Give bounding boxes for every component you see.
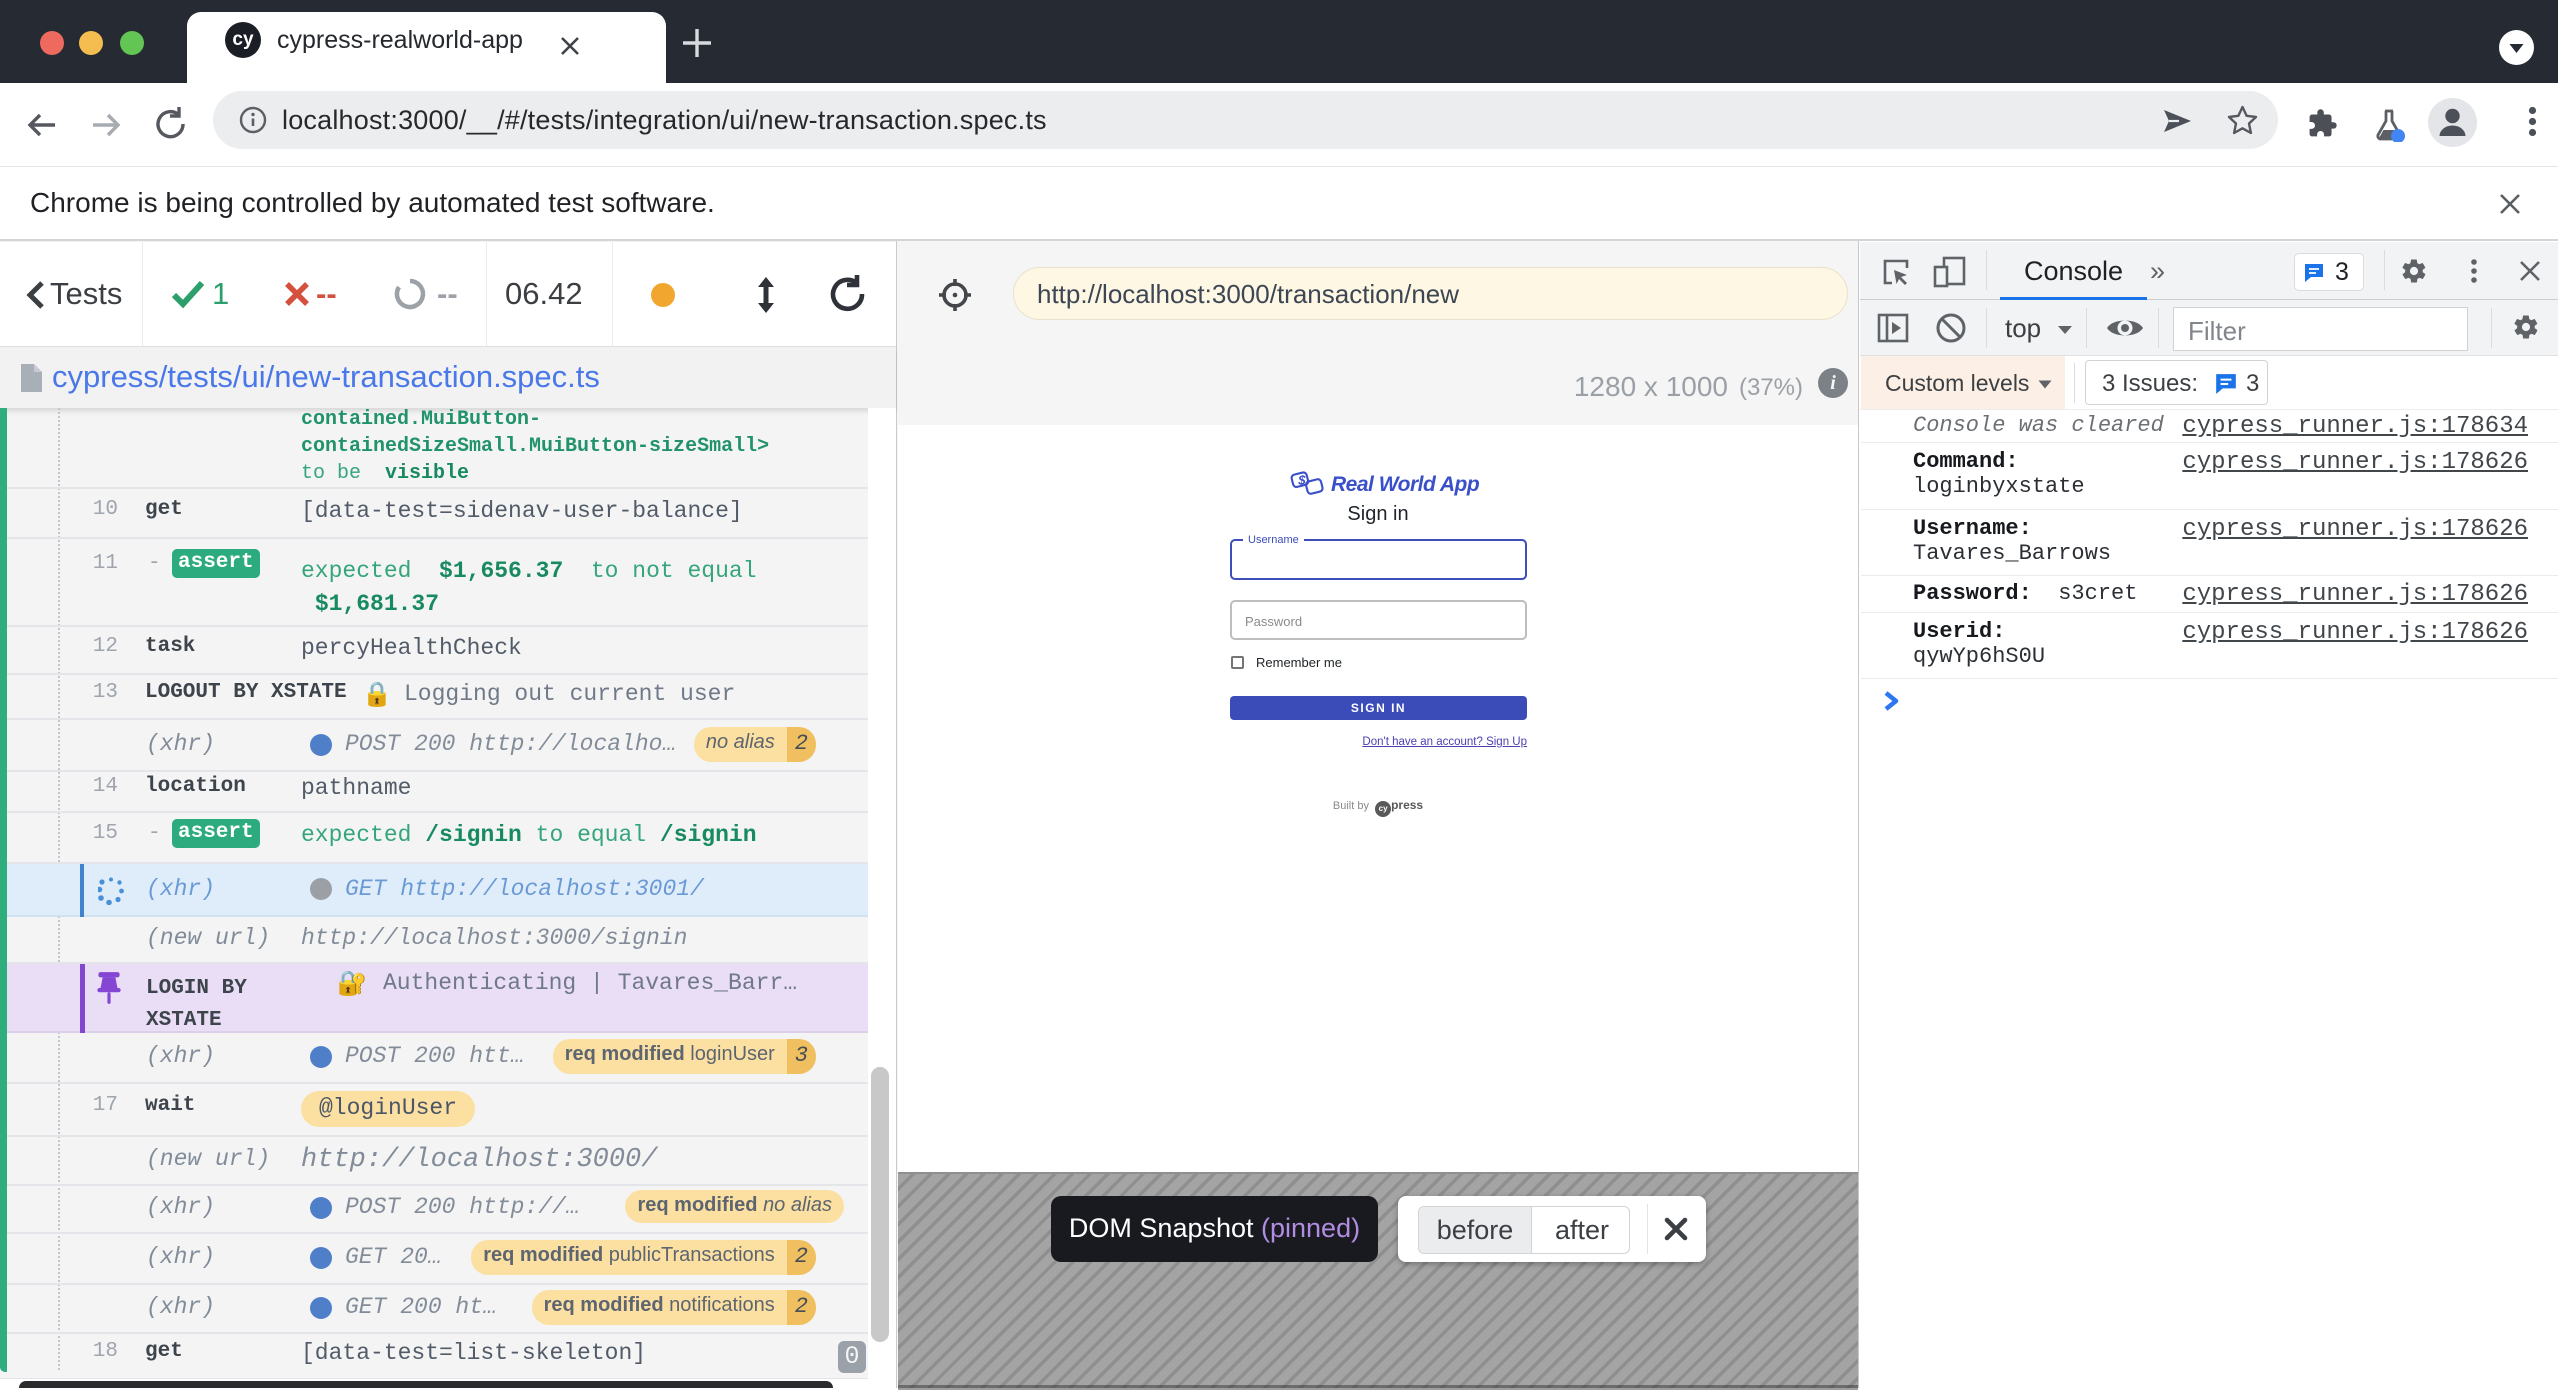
svg-text:$: $ (1297, 473, 1306, 488)
